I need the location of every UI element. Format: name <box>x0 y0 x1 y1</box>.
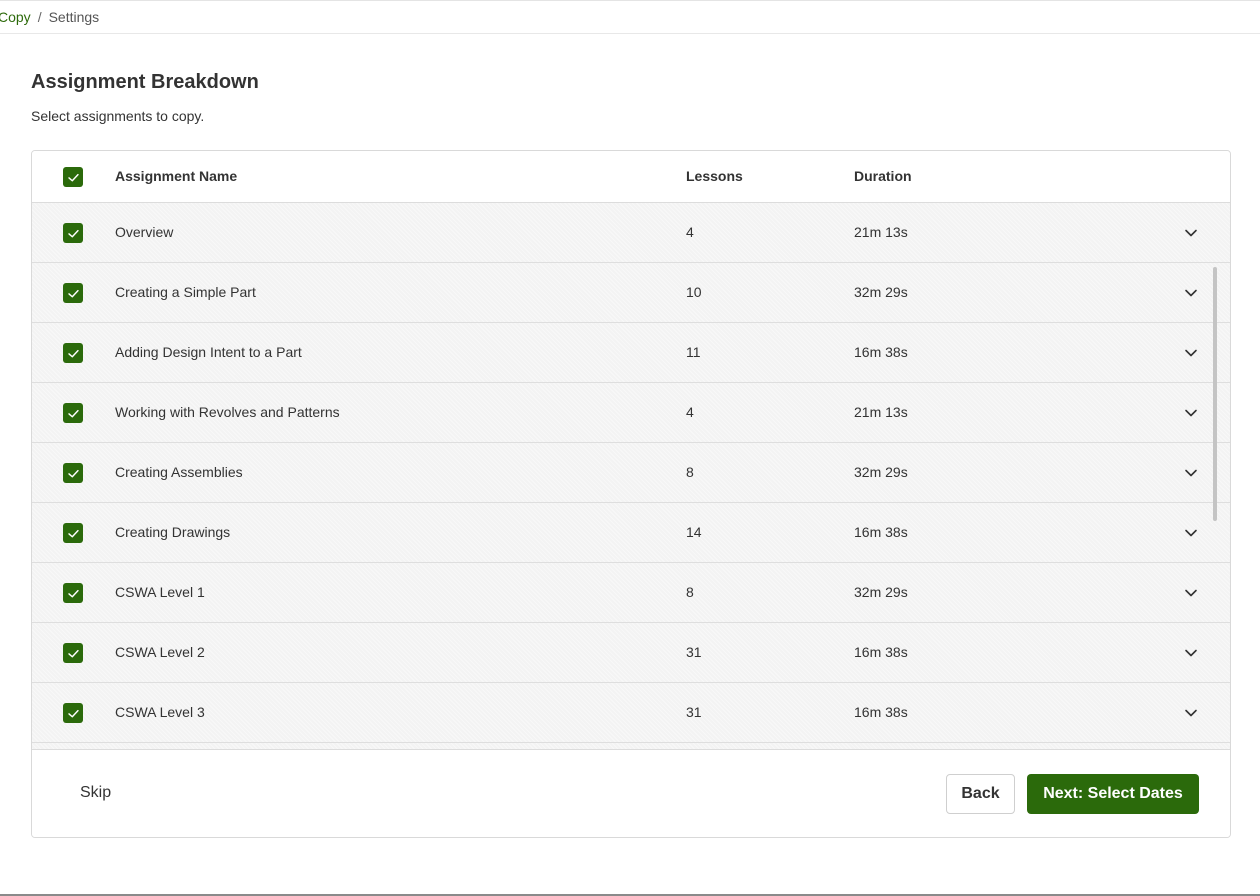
chevron-down-icon[interactable] <box>1182 344 1200 362</box>
lessons-count: 31 <box>686 704 702 720</box>
table-row[interactable]: Creating Assemblies 8 32m 29s <box>32 443 1230 503</box>
table-row[interactable]: CSWA Level 1 8 32m 29s <box>32 563 1230 623</box>
assignment-table-card: Assignment Name Lessons Duration Overvie… <box>31 150 1231 838</box>
duration: 32m 29s <box>854 464 908 480</box>
column-header-name: Assignment Name <box>115 168 238 184</box>
assignment-name: Working with Revolves and Patterns <box>115 404 340 420</box>
column-header-duration: Duration <box>854 168 912 184</box>
row-checkbox[interactable] <box>63 283 83 303</box>
assignment-name: Adding Design Intent to a Part <box>115 344 302 360</box>
chevron-down-icon[interactable] <box>1182 524 1200 542</box>
page-subtitle: Select assignments to copy. <box>31 108 205 124</box>
duration: 21m 13s <box>854 404 908 420</box>
assignment-name: Overview <box>115 224 174 240</box>
chevron-down-icon[interactable] <box>1182 404 1200 422</box>
next-select-dates-button[interactable]: Next: Select Dates <box>1027 774 1199 814</box>
breadcrumb-current: Settings <box>48 8 100 25</box>
breadcrumb: Copy / Settings <box>0 0 1260 34</box>
lessons-count: 4 <box>686 404 694 420</box>
assignment-name: CSWA Level 2 <box>115 644 205 660</box>
checkmark-icon <box>67 289 79 297</box>
lessons-count: 11 <box>686 344 701 360</box>
table-row[interactable]: Overview 4 21m 13s <box>32 203 1230 263</box>
page: Copy / Settings Assignment Breakdown Sel… <box>0 0 1260 896</box>
row-checkbox[interactable] <box>63 643 83 663</box>
table-footer: Skip Back Next: Select Dates <box>32 749 1230 837</box>
chevron-down-icon[interactable] <box>1182 284 1200 302</box>
checkmark-icon <box>67 529 79 537</box>
lessons-count: 8 <box>686 464 694 480</box>
lessons-count: 31 <box>686 644 702 660</box>
column-header-lessons: Lessons <box>686 168 743 184</box>
checkmark-icon <box>67 229 79 237</box>
lessons-count: 14 <box>686 524 702 540</box>
chevron-down-icon[interactable] <box>1182 644 1200 662</box>
row-checkbox[interactable] <box>63 223 83 243</box>
checkmark-icon <box>67 173 79 181</box>
duration: 16m 38s <box>854 344 908 360</box>
row-checkbox[interactable] <box>63 703 83 723</box>
breadcrumb-link-copy[interactable]: Copy <box>0 9 31 25</box>
page-title: Assignment Breakdown <box>31 71 259 93</box>
assignment-name: CSWA Level 1 <box>115 584 205 600</box>
table-row[interactable]: CSWA Level 3 31 16m 38s <box>32 683 1230 743</box>
skip-button[interactable]: Skip <box>80 784 111 802</box>
duration: 16m 38s <box>854 644 908 660</box>
checkmark-icon <box>67 349 79 357</box>
assignment-name: Creating Drawings <box>115 524 231 540</box>
assignment-name: Creating Assemblies <box>115 464 243 480</box>
table-scrollbar-thumb[interactable] <box>1213 267 1217 521</box>
row-checkbox[interactable] <box>63 523 83 543</box>
table-row[interactable]: Adding Design Intent to a Part 11 16m 38… <box>32 323 1230 383</box>
chevron-down-icon[interactable] <box>1182 224 1200 242</box>
table-row[interactable]: Working with Revolves and Patterns 4 21m… <box>32 383 1230 443</box>
table-row[interactable]: Creating Drawings 14 16m 38s <box>32 503 1230 563</box>
checkmark-icon <box>67 709 79 717</box>
lessons-count: 8 <box>686 584 694 600</box>
assignment-name: Creating a Simple Part <box>115 284 256 300</box>
duration: 16m 38s <box>854 704 908 720</box>
chevron-down-icon[interactable] <box>1182 464 1200 482</box>
duration: 32m 29s <box>854 584 908 600</box>
duration: 16m 38s <box>854 524 908 540</box>
table-body[interactable]: Overview 4 21m 13s Creating a Simple Par… <box>32 203 1230 749</box>
chevron-down-icon[interactable] <box>1182 584 1200 602</box>
row-checkbox[interactable] <box>63 403 83 423</box>
breadcrumb-separator: / <box>37 8 42 25</box>
chevron-down-icon[interactable] <box>1182 704 1200 722</box>
select-all-checkbox[interactable] <box>63 167 83 187</box>
row-checkbox[interactable] <box>63 583 83 603</box>
checkmark-icon <box>67 469 79 477</box>
lessons-count: 10 <box>686 284 702 300</box>
table-header: Assignment Name Lessons Duration <box>32 151 1230 203</box>
duration: 32m 29s <box>854 284 908 300</box>
lessons-count: 4 <box>686 224 694 240</box>
checkmark-icon <box>67 589 79 597</box>
table-row[interactable]: Creating a Simple Part 10 32m 29s <box>32 263 1230 323</box>
back-button[interactable]: Back <box>946 774 1015 814</box>
assignment-name: CSWA Level 3 <box>115 704 205 720</box>
row-checkbox[interactable] <box>63 463 83 483</box>
duration: 21m 13s <box>854 224 908 240</box>
table-row[interactable]: CSWA Level 2 31 16m 38s <box>32 623 1230 683</box>
checkmark-icon <box>67 409 79 417</box>
row-checkbox[interactable] <box>63 343 83 363</box>
checkmark-icon <box>67 649 79 657</box>
